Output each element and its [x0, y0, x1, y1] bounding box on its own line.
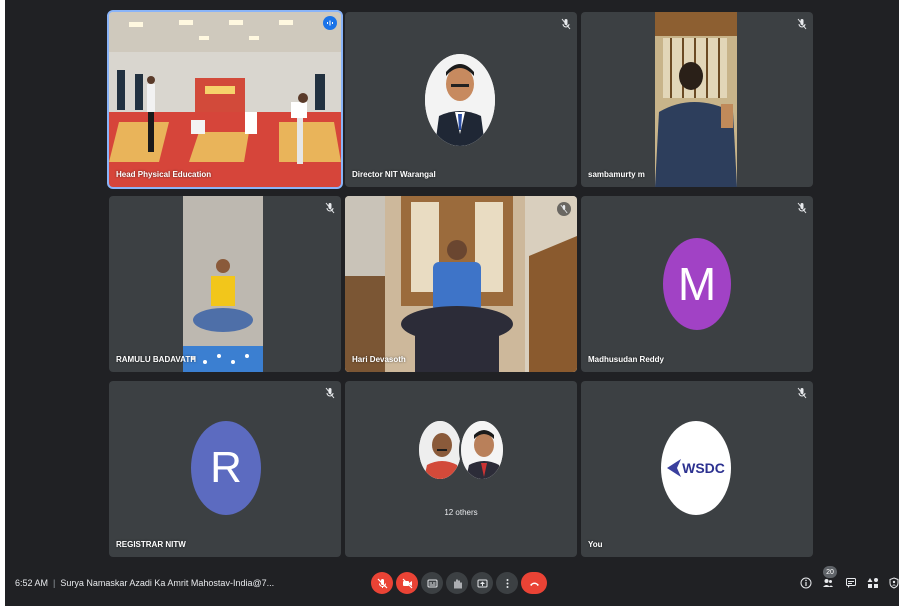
mic-off-icon [377, 578, 387, 588]
participant-tile-ramulu-badavath[interactable]: RAMULU BADAVATH [109, 196, 341, 372]
participant-tile-head-physical-education[interactable]: Head Physical Education [107, 10, 343, 189]
participant-name: sambamurty m [588, 170, 645, 179]
participant-tile-sambamurty-m[interactable]: sambamurty m [581, 12, 813, 187]
meeting-time: 6:52 AM [15, 578, 49, 588]
host-controls-button[interactable] [887, 576, 901, 590]
participant-video [655, 12, 737, 187]
chat-button[interactable] [844, 576, 858, 590]
end-call-icon [529, 582, 539, 586]
more-options-icon [506, 578, 508, 588]
avatar: M [663, 238, 731, 330]
camera-off-icon [402, 578, 412, 588]
captions-button[interactable] [421, 572, 443, 594]
participant-tile-registrar-nitw[interactable]: R REGISTRAR NITW [109, 381, 341, 557]
mic-muted-icon [325, 387, 335, 399]
participant-photo [425, 54, 495, 146]
mic-muted-icon [557, 202, 571, 216]
speaking-indicator-icon [323, 16, 337, 30]
avatar: R [191, 421, 261, 515]
raise-hand-button[interactable] [446, 572, 468, 594]
participant-video [109, 12, 341, 187]
participant-name: You [588, 540, 603, 549]
present-icon [477, 579, 487, 587]
participant-name: REGISTRAR NITW [116, 540, 186, 549]
activities-button[interactable] [866, 576, 880, 590]
participant-tile-others[interactable]: 12 others [345, 381, 577, 557]
mic-muted-icon [561, 18, 571, 30]
raise-hand-icon [453, 578, 462, 589]
participant-tile-madhusudan-reddy[interactable]: M Madhusudan Reddy [581, 196, 813, 372]
info-icon [800, 577, 812, 589]
people-icon [823, 579, 833, 587]
others-avatar-2 [459, 419, 505, 481]
participant-name: RAMULU BADAVATH [116, 355, 196, 364]
meeting-info: 6:52 AM | Surya Namaskar Azadi Ka Amrit Ma… [15, 578, 274, 588]
participant-name: Director NIT Warangal [352, 170, 436, 179]
wsdc-logo-mark-icon [667, 459, 682, 477]
others-count-label: 12 others [444, 508, 478, 517]
participant-name: Head Physical Education [116, 170, 212, 179]
chat-icon [846, 578, 856, 588]
meeting-details-button[interactable] [799, 576, 813, 590]
others-avatar-1 [417, 419, 463, 481]
mic-muted-icon [797, 18, 807, 30]
participant-tile-you[interactable]: WSDC You [581, 381, 813, 557]
meeting-title: Surya Namaskar Azadi Ka Amrit Mahostav-I… [60, 578, 275, 588]
mic-toggle-button[interactable] [371, 572, 393, 594]
people-button[interactable] [821, 576, 835, 590]
mic-muted-icon [325, 202, 335, 214]
mic-muted-icon [797, 202, 807, 214]
captions-icon [427, 579, 437, 587]
end-call-button[interactable] [521, 572, 547, 594]
camera-toggle-button[interactable] [396, 572, 418, 594]
meeting-info-separator: | [53, 578, 56, 588]
mic-muted-icon [797, 387, 807, 399]
participant-tile-director-nit-warangal[interactable]: Director NIT Warangal [345, 12, 577, 187]
lock-person-icon [889, 577, 899, 589]
present-button[interactable] [471, 572, 493, 594]
participant-video [183, 196, 263, 372]
more-options-button[interactable] [496, 572, 518, 594]
activities-icon [867, 578, 878, 588]
participant-video [345, 196, 577, 372]
participant-name: Madhusudan Reddy [588, 355, 665, 364]
wsdc-logo: WSDC [661, 421, 731, 515]
participant-tile-hari-devasoth[interactable]: Hari Devasoth [345, 196, 577, 372]
participant-name: Hari Devasoth [352, 355, 406, 364]
bottom-control-bar: 6:52 AM | Surya Namaskar Azadi Ka Amrit Ma… [5, 562, 899, 606]
meet-window: Head Physical Education Director NIT War… [5, 0, 899, 606]
wsdc-logo-text: WSDC [682, 460, 725, 476]
